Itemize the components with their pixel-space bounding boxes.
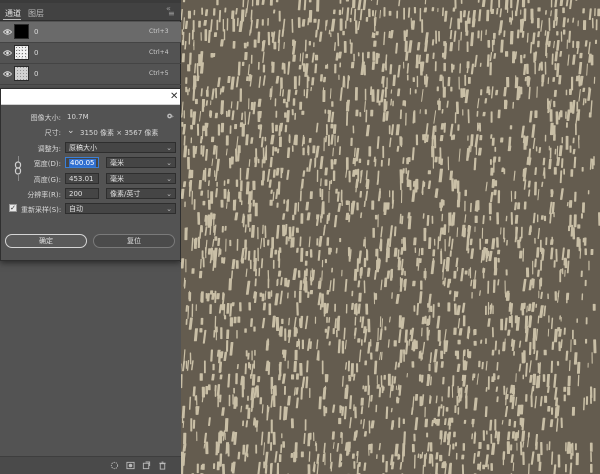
resample-value: 自动 [69, 205, 83, 213]
resolution-unit-select[interactable]: 像素/英寸 ⌄ [106, 188, 176, 199]
channel-name: 0 [34, 49, 39, 57]
load-selection-icon[interactable] [110, 461, 119, 470]
resolution-input[interactable]: 200 [65, 188, 99, 199]
panel-empty-area [0, 262, 181, 456]
ok-button[interactable]: 确定 [5, 234, 87, 248]
tab-channels[interactable]: 通道 [5, 8, 21, 19]
dialog-title-bar: ✕ [1, 89, 180, 105]
channel-name: 0 [34, 70, 39, 78]
chevron-down-icon: ⌄ [166, 144, 172, 152]
eye-icon[interactable] [3, 28, 12, 36]
image-size-value: 10.7M [67, 113, 89, 121]
channel-row[interactable]: 0 Ctrl+3 [0, 22, 181, 43]
eye-icon[interactable] [3, 49, 12, 57]
panel-footer-toolbar [0, 456, 181, 474]
height-unit-select[interactable]: 毫米 ⌄ [106, 173, 176, 184]
texture-strokes [181, 0, 600, 474]
channel-shortcut: Ctrl+3 [149, 28, 169, 35]
resolution-unit: 像素/英寸 [110, 190, 141, 198]
height-unit: 毫米 [110, 175, 124, 183]
height-value: 453.01 [69, 175, 94, 183]
dimensions-label: 尺寸: [44, 129, 61, 137]
width-unit-select[interactable]: 毫米 ⌄ [106, 157, 176, 168]
chevron-down-icon: ⌄ [166, 205, 172, 213]
height-label: 高度(G): [33, 176, 61, 184]
resolution-value: 200 [69, 190, 83, 198]
width-input[interactable]: 400.05 [65, 157, 99, 168]
dimensions-value: 3150 像素 × 3567 像素 [80, 129, 159, 137]
width-label: 宽度(D): [33, 160, 61, 168]
texture-image [181, 0, 600, 474]
chevron-down-icon: ⌄ [166, 159, 172, 167]
channel-thumbnail [14, 66, 29, 81]
chevron-down-icon: ⌄ [166, 175, 172, 183]
chevron-down-icon[interactable]: ⌄ [67, 126, 75, 136]
active-tab-indicator [3, 19, 21, 20]
panel-menu-icon[interactable]: ≡ [168, 9, 175, 18]
resolution-label: 分辨率(R): [27, 191, 61, 199]
resample-label: 重新采样(S): [21, 206, 62, 214]
channel-row[interactable]: 0 Ctrl+4 [0, 43, 181, 64]
width-value: 400.05 [69, 159, 96, 167]
channel-name: 0 [34, 28, 39, 36]
channel-shortcut: Ctrl+5 [149, 70, 169, 77]
gear-icon[interactable] [166, 112, 174, 120]
channel-thumbnail [14, 45, 29, 60]
tab-layers[interactable]: 图层 [28, 8, 44, 19]
fit-to-label: 调整为: [37, 145, 61, 153]
panel-tabs: 通道 图层 « ≡ [0, 3, 181, 21]
channel-thumbnail [14, 24, 29, 39]
fit-to-select[interactable]: 原稿大小 ⌄ [65, 142, 176, 153]
resample-checkbox[interactable]: ✓ [9, 204, 17, 212]
height-input[interactable]: 453.01 [65, 173, 99, 184]
fit-to-value: 原稿大小 [69, 144, 97, 152]
image-size-dialog: ✕ 图像大小: 10.7M 尺寸: ⌄ 3150 像素 × 3567 像素 调整… [0, 88, 181, 261]
resample-select[interactable]: 自动 ⌄ [65, 203, 176, 214]
channel-shortcut: Ctrl+4 [149, 49, 169, 56]
chevron-down-icon: ⌄ [166, 190, 172, 198]
eye-icon[interactable] [3, 70, 12, 78]
image-size-label: 图像大小: [30, 114, 61, 122]
document-canvas[interactable] [181, 0, 600, 474]
trash-icon[interactable] [158, 461, 167, 470]
width-unit: 毫米 [110, 159, 124, 167]
save-selection-icon[interactable] [126, 461, 135, 470]
check-icon: ✓ [10, 204, 16, 212]
close-icon[interactable]: ✕ [170, 91, 178, 102]
channel-row[interactable]: 0 Ctrl+5 [0, 64, 181, 85]
new-channel-icon[interactable] [142, 461, 151, 470]
reset-button[interactable]: 复位 [93, 234, 175, 248]
